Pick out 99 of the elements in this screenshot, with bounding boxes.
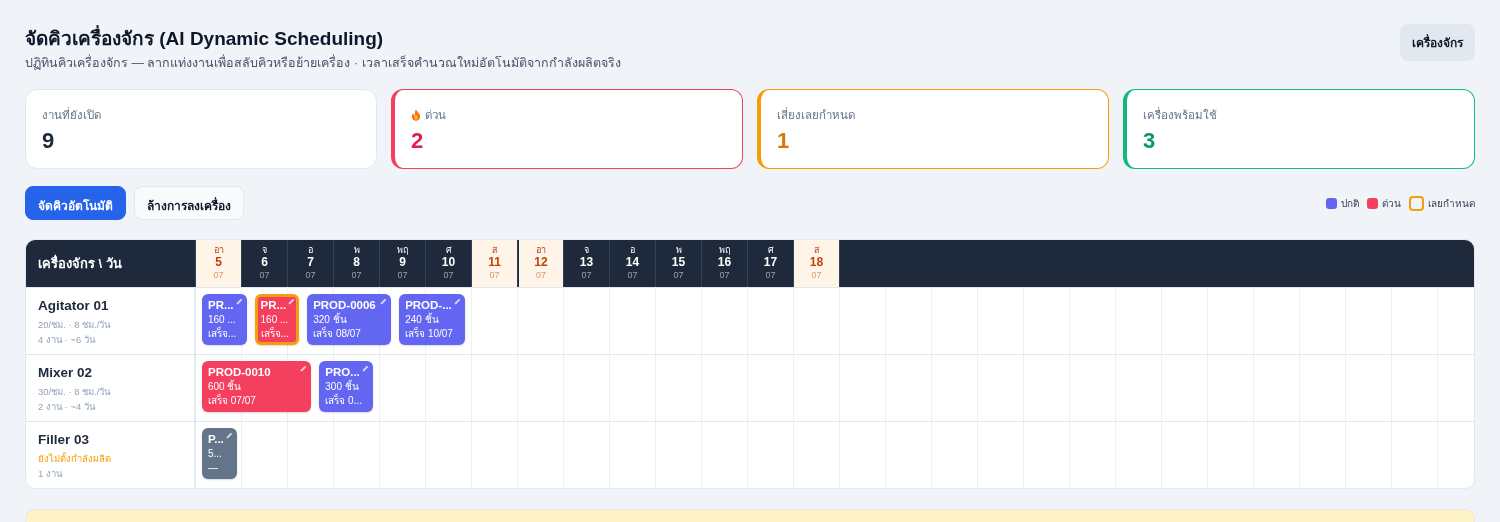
job-finish: —: [208, 461, 219, 475]
day-number: 18: [808, 255, 825, 270]
weekday-label: จ: [261, 245, 268, 255]
month-label: 07: [442, 270, 455, 281]
day-number: 17: [762, 255, 779, 270]
month-label: 07: [350, 270, 363, 281]
machine-capacity: ยังไม่ตั้งกำลังผลิต: [38, 451, 112, 466]
day-number: 7: [306, 255, 315, 270]
job-bar[interactable]: PROD-0006 320 ชิ้น เสร็จ 08/07: [307, 294, 392, 345]
page-subtitle: ปฏิทินคิวเครื่องจักร — ลากแท่งงานเพื่อสลับคิวหรือย้ายเครื่อง · เวลาเสร็จคำนวณใหม่อัตโนมัติจากกำลังผลิตจริง: [25, 53, 621, 72]
weekday-label: พฤ: [718, 245, 731, 255]
day-number: 13: [578, 255, 595, 270]
stat-value: 2: [411, 128, 424, 154]
month-label: 07: [396, 270, 409, 281]
day-number: 16: [716, 255, 733, 270]
weekday-label: อา: [212, 245, 225, 255]
month-label: 07: [212, 270, 225, 281]
job-finish: เสร็จ 10/07: [405, 327, 454, 341]
job-bar[interactable]: PROD-... 240 ชิ้น เสร็จ 10/07: [399, 294, 465, 345]
month-label: 07: [488, 270, 501, 281]
job-id: PROD-0010: [208, 365, 271, 379]
stat-label: ด่วน: [425, 108, 446, 123]
job-id: P...: [208, 432, 224, 447]
weekday-label: อา: [535, 245, 547, 255]
job-quantity: 320 ชิ้น: [313, 313, 348, 326]
page-title: จัดคิวเครื่องจักร (AI Dynamic Scheduling): [25, 26, 621, 52]
job-quantity: 160 ...: [208, 313, 237, 326]
job-id: PROD-...: [405, 298, 452, 312]
weekday-label: อ: [629, 245, 636, 255]
month-label: 07: [718, 270, 731, 281]
job-finish: เสร็จ...: [260, 327, 290, 341]
month-label: 07: [672, 270, 685, 281]
job-quantity: 160 ...: [260, 313, 290, 326]
day-number: 8: [352, 255, 361, 270]
job-bar[interactable]: PROD-0010 600 ชิ้น เสร็จ 07/07: [202, 361, 312, 412]
machine-capacity: 20/ชม. · 8 ชม./วัน: [38, 318, 112, 332]
job-bar[interactable]: PR... 160 ... เสร็จ...: [202, 294, 247, 345]
day-number: 5: [214, 255, 223, 270]
job-finish: เสร็จ 08/07: [313, 327, 362, 341]
auto-schedule-button[interactable]: จัดคิวอัตโนมัติ: [25, 186, 126, 220]
weekday-label: ส: [491, 245, 498, 255]
job-id: PR...: [260, 298, 287, 313]
machine-name: Filler 03: [38, 431, 91, 449]
weekday-label: อ: [307, 245, 314, 255]
job-finish: เสร็จ 0...: [325, 394, 363, 408]
clear-button[interactable]: ล้างการลงเครื่อง: [134, 186, 244, 220]
job-bar[interactable]: PR... 160 ... เสร็จ...: [254, 294, 300, 345]
job-finish: เสร็จ 07/07: [208, 394, 257, 408]
job-quantity: 300 ชิ้น: [325, 380, 360, 393]
stat-value: 9: [42, 128, 55, 154]
job-finish: เสร็จ...: [208, 327, 238, 341]
job-bar[interactable]: P... 5... —: [202, 428, 237, 479]
pencil-icon: [378, 298, 388, 305]
job-id: PROD-0006: [313, 298, 376, 312]
weekday-label: ศ: [766, 245, 775, 255]
machine-capacity: 30/ชม. · 8 ชม./วัน: [38, 385, 112, 399]
stat-value: 3: [1143, 128, 1156, 154]
stat-label: เสี่ยงเลยกำหนด: [777, 106, 855, 123]
machine-load: 4 งาน · ~6 วัน: [38, 333, 97, 347]
stat-label: เครื่องพร้อมใช้: [1143, 106, 1217, 123]
machine-name: Mixer 02: [38, 364, 94, 382]
day-number: 9: [398, 255, 407, 270]
pencil-icon: [298, 365, 308, 372]
month-label: 07: [304, 270, 317, 281]
machine-load: 2 งาน · ~4 วัน: [38, 400, 97, 414]
month-label: 07: [535, 270, 547, 281]
weekday-label: ศ: [444, 245, 453, 255]
legend-label: ปกติ: [1341, 196, 1359, 211]
machines-button[interactable]: เครื่องจักร: [1400, 24, 1475, 61]
day-number: 11: [487, 255, 502, 270]
job-bar[interactable]: PRO... 300 ชิ้น เสร็จ 0...: [319, 361, 373, 412]
pencil-icon: [286, 298, 296, 305]
machine-load: 1 งาน: [38, 467, 64, 481]
weekday-label: ส: [813, 245, 820, 255]
day-number: 15: [670, 255, 687, 270]
month-label: 07: [764, 270, 777, 281]
day-number: 10: [440, 255, 457, 270]
day-number: 12: [533, 255, 549, 270]
month-label: 07: [580, 270, 593, 281]
job-quantity: 600 ชิ้น: [208, 380, 243, 393]
month-label: 07: [258, 270, 271, 281]
month-label: 07: [810, 270, 823, 281]
job-id: PR...: [208, 298, 234, 313]
stat-value: 1: [777, 128, 790, 154]
machine-name: Agitator 01: [38, 297, 110, 315]
month-label: 07: [626, 270, 639, 281]
day-number: 14: [624, 255, 641, 270]
fire-icon: [411, 109, 421, 121]
legend-label: ด่วน: [1382, 196, 1401, 211]
weekday-label: พ: [352, 245, 361, 255]
stat-label: งานที่ยังเปิด: [42, 106, 101, 123]
legend-label: เลยกำหนด: [1428, 196, 1475, 211]
day-number: 6: [260, 255, 269, 270]
weekday-label: จ: [583, 245, 590, 255]
weekday-label: พ: [674, 245, 683, 255]
weekday-label: พฤ: [396, 245, 409, 255]
job-id: PRO...: [325, 365, 360, 379]
job-quantity: 5...: [208, 447, 223, 461]
job-quantity: 240 ชิ้น: [405, 313, 440, 326]
